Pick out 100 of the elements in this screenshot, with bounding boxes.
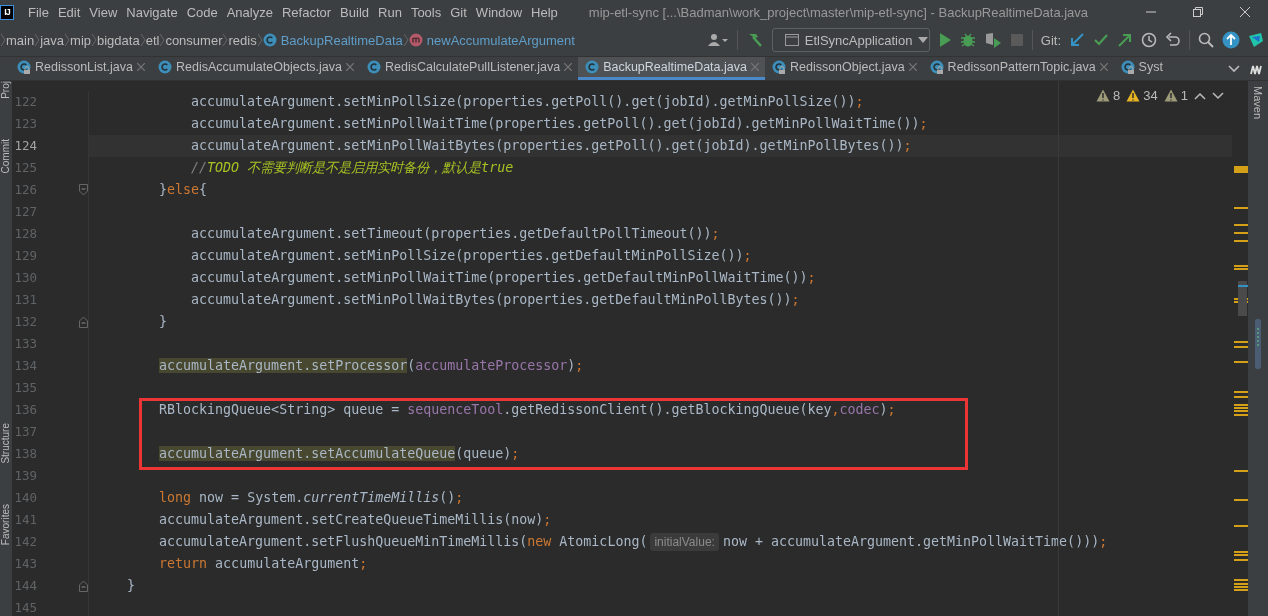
menu-item[interactable]: Navigate [122,4,182,20]
code-line: accumulateArgument.setMinPollWaitBytes(properties.getDefaultMinPollBytes()); [190,291,800,309]
user-icon[interactable] [706,33,729,47]
editor-tab[interactable]: RedisAccumulateObjects.java [150,57,360,80]
code-line: accumulateArgument.setFlushQueueMinTimeMillis(new AtomicLong( initialValue: now + accumulateArgument.getMinPollWaitTime())); [158,532,1108,553]
line-number: 123 [13,115,38,133]
menu-item[interactable]: Git [446,4,471,20]
close-icon[interactable] [346,63,354,71]
line-number: 130 [13,269,38,287]
menu-item[interactable]: Window [471,4,527,20]
run-configuration-dropdown[interactable]: EtlSyncApplication [771,28,930,52]
previous-highlight-icon[interactable] [1194,91,1206,100]
code-line: accumulateArgument.setProcessor(accumulateProcessor); [158,357,584,375]
breadcrumb-item[interactable]: mip [70,32,91,48]
chevron-right-icon [159,33,166,47]
editor-tab[interactable]: RedissonObject.java [764,57,923,80]
chevron-right-icon [402,33,409,47]
line-number: 136 [13,401,38,419]
line-number: 145 [13,599,38,616]
run-icon[interactable] [937,32,952,48]
close-icon[interactable] [750,63,759,71]
code-line: accumulateArgument.setTimeout(properties.getDefaultPollTimeout()); [190,225,720,243]
close-icon[interactable] [1099,63,1108,71]
breadcrumb-item[interactable]: newAccumulateArgument [408,32,575,48]
code-line: } [126,577,136,595]
menu-item[interactable]: Tools [406,4,446,20]
code-line: long now = System.currentTimeMillis(); [158,489,464,507]
inspection-count[interactable]: 34 [1126,88,1158,103]
editor-tab[interactable]: BackupRealtimeData.java [578,57,765,80]
editor-tab[interactable]: RedissonList.java [10,57,151,80]
tool-window-tab[interactable]: Structure [0,423,12,464]
breadcrumb-item[interactable]: etl [145,32,160,48]
upload-icon[interactable] [1222,31,1240,49]
breadcrumb-item[interactable]: main [6,32,35,48]
update-arrow-icon[interactable] [1069,32,1085,48]
revert-icon[interactable] [1165,32,1181,48]
menu-item[interactable]: Build [336,4,373,20]
breadcrumb-item[interactable]: BackupRealtimeData [262,32,403,48]
bug-icon[interactable] [959,32,976,48]
chevron-right-icon [91,33,97,47]
fold-marker-icon[interactable] [79,316,88,328]
history-clock-icon[interactable] [1141,32,1157,48]
code-line: //TODO 不需要判断是不是启用实时备份，默认是true [190,159,514,177]
menu-item[interactable]: Edit [53,4,85,20]
menu-item[interactable]: Run [374,4,406,20]
tool-window-tab[interactable]: Proj [0,81,12,99]
next-highlight-icon[interactable] [1212,91,1224,100]
fold-marker-icon[interactable] [79,184,88,196]
line-number: 143 [13,555,38,573]
plugin-logo-icon[interactable] [1248,32,1264,48]
editor-tab[interactable]: Syst [1113,57,1169,80]
tool-window-tab[interactable]: Commit [0,138,12,174]
code-line: accumulateArgument.setCreateQueueTimeMillis(now); [158,511,552,529]
caret-down-icon [918,37,929,43]
code-line: }else{ [158,181,208,199]
push-arrow-icon[interactable] [1117,32,1133,48]
tool-window-tab[interactable]: Maven [1252,86,1264,120]
line-number: 124 [13,137,38,155]
line-number: 144 [13,577,38,595]
commit-check-icon[interactable] [1093,32,1109,48]
line-number: 127 [13,203,38,221]
breadcrumb-item[interactable]: bigdata [97,32,140,48]
close-icon[interactable] [564,63,573,71]
chevron-right-icon [222,33,229,47]
menu-item[interactable]: Help [527,4,562,20]
close-icon[interactable] [908,63,917,71]
breadcrumb-item[interactable]: consumer [165,32,223,48]
menu-item[interactable]: Analyze [222,4,277,20]
line-number: 122 [13,93,38,111]
chevron-right-icon [256,33,263,47]
close-icon [1239,7,1250,17]
line-number: 129 [13,247,38,265]
chevron-right-icon [0,33,6,47]
menu-item[interactable]: View [85,4,122,20]
line-number: 133 [13,335,38,353]
coverage-icon[interactable] [983,32,1002,48]
code-line: return accumulateArgument; [158,555,368,573]
fold-marker-icon[interactable] [79,580,88,592]
line-number: 128 [13,225,38,243]
tool-window-tab[interactable]: Favorites [0,503,12,545]
menu-item[interactable]: File [24,4,53,20]
chevron-down-icon[interactable] [1228,64,1240,73]
search-icon[interactable] [1198,32,1214,48]
memory-indicator-icon [1255,319,1261,370]
menu-item[interactable]: Code [182,4,222,20]
editor-tab[interactable]: RedisCalculatePullListener.java [360,57,579,80]
line-number: 125 [13,159,38,177]
breadcrumb-item[interactable]: java [40,32,65,48]
breadcrumb-item[interactable]: redis [228,32,257,48]
code-line: accumulateArgument.setMinPollSize(properties.getPoll().get(jobId).getMinPollSize()); [190,93,864,111]
close-icon[interactable] [136,63,145,71]
line-number: 142 [13,533,38,551]
inspection-count[interactable]: 8 [1096,88,1121,103]
editor-tab[interactable]: RedissonPatternTopic.java [922,57,1114,80]
window-icon [784,34,799,46]
window-title: mip-etl-sync [...\Badman\work_project\master\mip-etl-sync] - BackupRealtimeData.java [588,4,1089,20]
line-number: 126 [13,181,38,199]
menu-item[interactable]: Refactor [277,4,336,20]
inspection-count[interactable]: 1 [1163,88,1188,103]
chevron-right-icon [139,33,146,47]
